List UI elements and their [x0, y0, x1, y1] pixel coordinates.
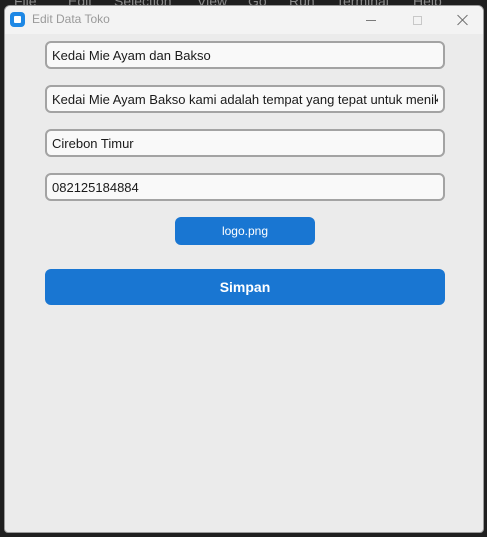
- store-address-input[interactable]: [45, 129, 445, 157]
- store-description-input[interactable]: [45, 85, 445, 113]
- maximize-icon: [412, 15, 422, 25]
- window-title: Edit Data Toko: [32, 12, 110, 26]
- title-bar[interactable]: Edit Data Toko: [5, 6, 483, 34]
- store-name-input[interactable]: [45, 41, 445, 69]
- edit-store-dialog: Edit Data Toko logo.png Simpan: [4, 5, 484, 533]
- minimize-icon: [366, 19, 376, 21]
- minimize-button[interactable]: [348, 6, 394, 34]
- store-phone-input[interactable]: [45, 173, 445, 201]
- maximize-button[interactable]: [394, 6, 440, 34]
- close-button[interactable]: [440, 6, 483, 34]
- close-icon: [457, 14, 469, 26]
- app-window-icon: [10, 12, 25, 27]
- choose-logo-button[interactable]: logo.png: [175, 217, 315, 245]
- save-button[interactable]: Simpan: [45, 269, 445, 305]
